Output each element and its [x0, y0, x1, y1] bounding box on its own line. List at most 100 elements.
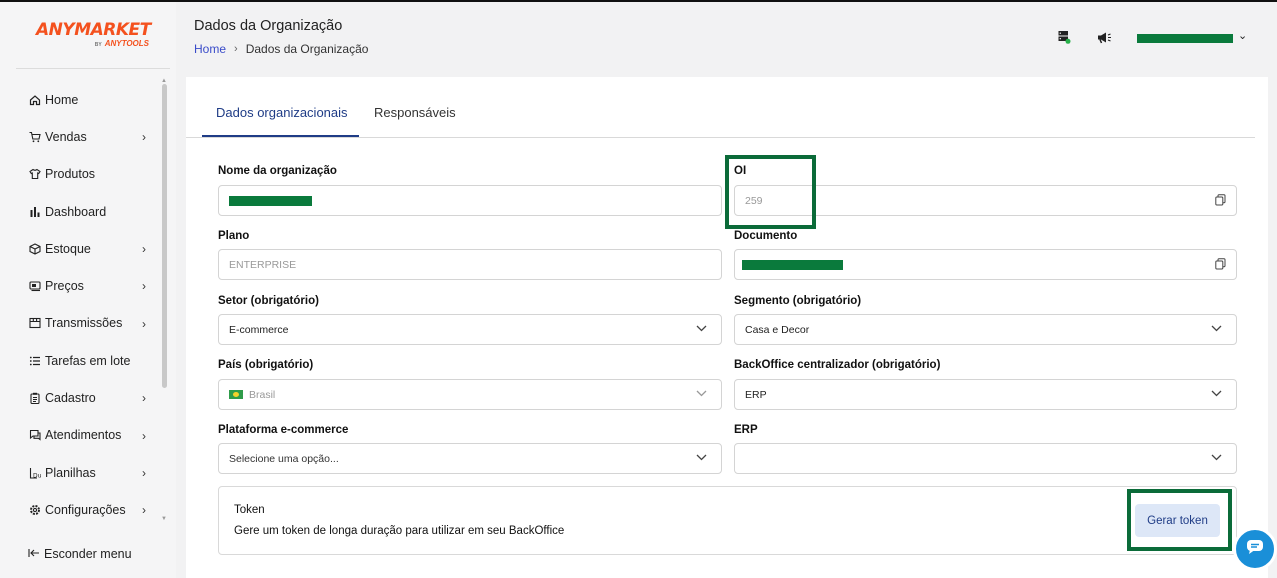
sidebar-item-label: Vendas: [45, 129, 87, 144]
chevron-down-icon[interactable]: ⌄: [1238, 29, 1247, 42]
token-section: Token Gere um token de longa duração par…: [218, 486, 1237, 555]
sidebar-item-home[interactable]: Home: [16, 81, 160, 118]
segmento-select[interactable]: Casa e Decor: [734, 314, 1237, 345]
chevron-right-icon: ›: [142, 391, 146, 406]
sidebar-item-estoque[interactable]: Estoque ›: [16, 230, 160, 267]
erp-label: ERP: [734, 424, 758, 436]
chevron-right-icon: ›: [142, 428, 146, 443]
spreadsheet-icon: Du: [28, 466, 41, 479]
sidebar-item-transmissoes[interactable]: Transmissões ›: [16, 305, 160, 342]
chat-bubble-icon: [1246, 539, 1264, 560]
gear-icon: [28, 503, 41, 516]
token-description: Gere um token de longa duração para util…: [234, 525, 565, 537]
chevron-right-icon: ›: [142, 279, 146, 294]
server-status-icon[interactable]: [1058, 30, 1071, 49]
sidebar-item-precos[interactable]: Preços ›: [16, 267, 160, 304]
scroll-down-arrow[interactable]: ▼: [161, 516, 167, 522]
documento-label: Documento: [734, 230, 798, 242]
logo-brand: ANYMARKET: [36, 20, 151, 40]
chevron-right-icon: ›: [142, 465, 146, 480]
documento-field[interactable]: [734, 249, 1237, 280]
pais-label: País (obrigatório): [218, 359, 314, 371]
anymarket-logo[interactable]: ANYMARKET BY ANYTOOLS: [36, 20, 151, 56]
sidebar-item-atendimentos[interactable]: Atendimentos ›: [16, 417, 160, 454]
sidebar-item-dashboard[interactable]: Dashboard: [16, 193, 160, 230]
copy-icon[interactable]: [1215, 194, 1226, 206]
sidebar-item-label: Dashboard: [45, 204, 107, 219]
pais-value: Brasil: [249, 388, 276, 401]
plataforma-label: Plataforma e-commerce: [218, 424, 349, 436]
plano-field: ENTERPRISE: [218, 249, 722, 280]
setor-select[interactable]: E-commerce: [218, 314, 722, 345]
megaphone-icon[interactable]: [1097, 31, 1112, 49]
sidebar-item-label: Planilhas: [45, 465, 96, 480]
breadcrumb-current: Dados da Organização: [245, 42, 369, 56]
plano-value: ENTERPRISE: [229, 258, 297, 271]
documento-redacted: [742, 259, 843, 270]
token-title: Token: [234, 504, 265, 516]
arrow-left-bar-icon: [28, 547, 40, 561]
home-icon: [28, 93, 41, 106]
sidebar-nav: Home Vendas › Produtos Dashboard Estoque…: [16, 81, 160, 529]
hide-menu-button[interactable]: Esconder menu: [28, 547, 132, 561]
header-icons: [1058, 30, 1112, 49]
sidebar-item-label: Preços: [45, 279, 84, 294]
backoffice-select[interactable]: ERP: [734, 379, 1237, 410]
plataforma-select[interactable]: Selecione uma opção...: [218, 443, 722, 474]
sidebar-item-planilhas[interactable]: Du Planilhas ›: [16, 454, 160, 491]
sidebar-item-cadastro[interactable]: Cadastro ›: [16, 379, 160, 416]
logo-sub: BY ANYTOOLS: [94, 39, 149, 48]
active-tab-indicator: [202, 135, 359, 137]
box-icon: [28, 242, 41, 255]
chevron-down-icon: [1211, 388, 1222, 400]
sidebar-item-label: Home: [45, 92, 79, 107]
backoffice-value: ERP: [745, 388, 767, 401]
tab-bar: Dados organizacionais Responsáveis: [186, 77, 1255, 138]
chevron-down-icon: [696, 452, 707, 464]
chevron-right-icon: ›: [142, 503, 146, 518]
nome-redacted: [229, 195, 312, 206]
segmento-value: Casa e Decor: [745, 323, 810, 336]
brazil-flag-icon: [229, 390, 243, 399]
chevron-down-icon: [696, 388, 707, 400]
store-icon: [28, 317, 41, 330]
segmento-label: Segmento (obrigatório): [734, 295, 862, 307]
sidebar-item-configuracoes[interactable]: Configurações ›: [16, 491, 160, 528]
oi-highlight-box: [725, 155, 816, 229]
bar-chart-icon: [28, 205, 41, 218]
user-menu-redacted-name[interactable]: [1137, 34, 1233, 43]
breadcrumb-home-link[interactable]: Home: [194, 42, 226, 56]
sidebar-scrollbar[interactable]: [162, 84, 167, 388]
setor-value: E-commerce: [229, 323, 289, 336]
erp-select[interactable]: [734, 443, 1237, 474]
chevron-right-icon: ›: [142, 242, 146, 257]
clipboard-icon: [28, 392, 41, 405]
plataforma-placeholder: Selecione uma opção...: [229, 452, 339, 465]
hide-menu-label: Esconder menu: [44, 547, 132, 561]
sidebar-item-label: Produtos: [45, 167, 96, 182]
sidebar-item-tarefas-em-lote[interactable]: Tarefas em lote: [16, 342, 160, 379]
chevron-down-icon: [1211, 323, 1222, 335]
sidebar-item-produtos[interactable]: Produtos: [16, 156, 160, 193]
chat-icon: [28, 429, 41, 442]
price-tag-icon: [28, 280, 41, 293]
chevron-down-icon: [696, 323, 707, 335]
sidebar-item-label: Configurações: [45, 502, 126, 517]
shirt-icon: [28, 168, 41, 181]
nome-field[interactable]: [218, 185, 722, 216]
sidebar-item-label: Tarefas em lote: [45, 353, 131, 368]
sidebar-item-label: Estoque: [45, 241, 91, 256]
nome-label: Nome da organização: [218, 165, 337, 177]
sidebar-item-vendas[interactable]: Vendas ›: [16, 118, 160, 155]
tab-dados-organizacionais[interactable]: Dados organizacionais: [216, 105, 348, 120]
setor-label: Setor (obrigatório): [218, 295, 319, 307]
chat-support-button[interactable]: [1233, 527, 1277, 571]
backoffice-label: BackOffice centralizador (obrigatório): [734, 359, 941, 371]
sidebar-item-label: Atendimentos: [45, 428, 122, 443]
copy-icon[interactable]: [1215, 258, 1226, 270]
chevron-down-icon: [1211, 452, 1222, 464]
breadcrumb: Home › Dados da Organização: [194, 42, 368, 56]
tab-responsaveis[interactable]: Responsáveis: [374, 105, 456, 120]
svg-text:Du: Du: [33, 472, 41, 479]
pais-select: Brasil: [218, 379, 722, 410]
